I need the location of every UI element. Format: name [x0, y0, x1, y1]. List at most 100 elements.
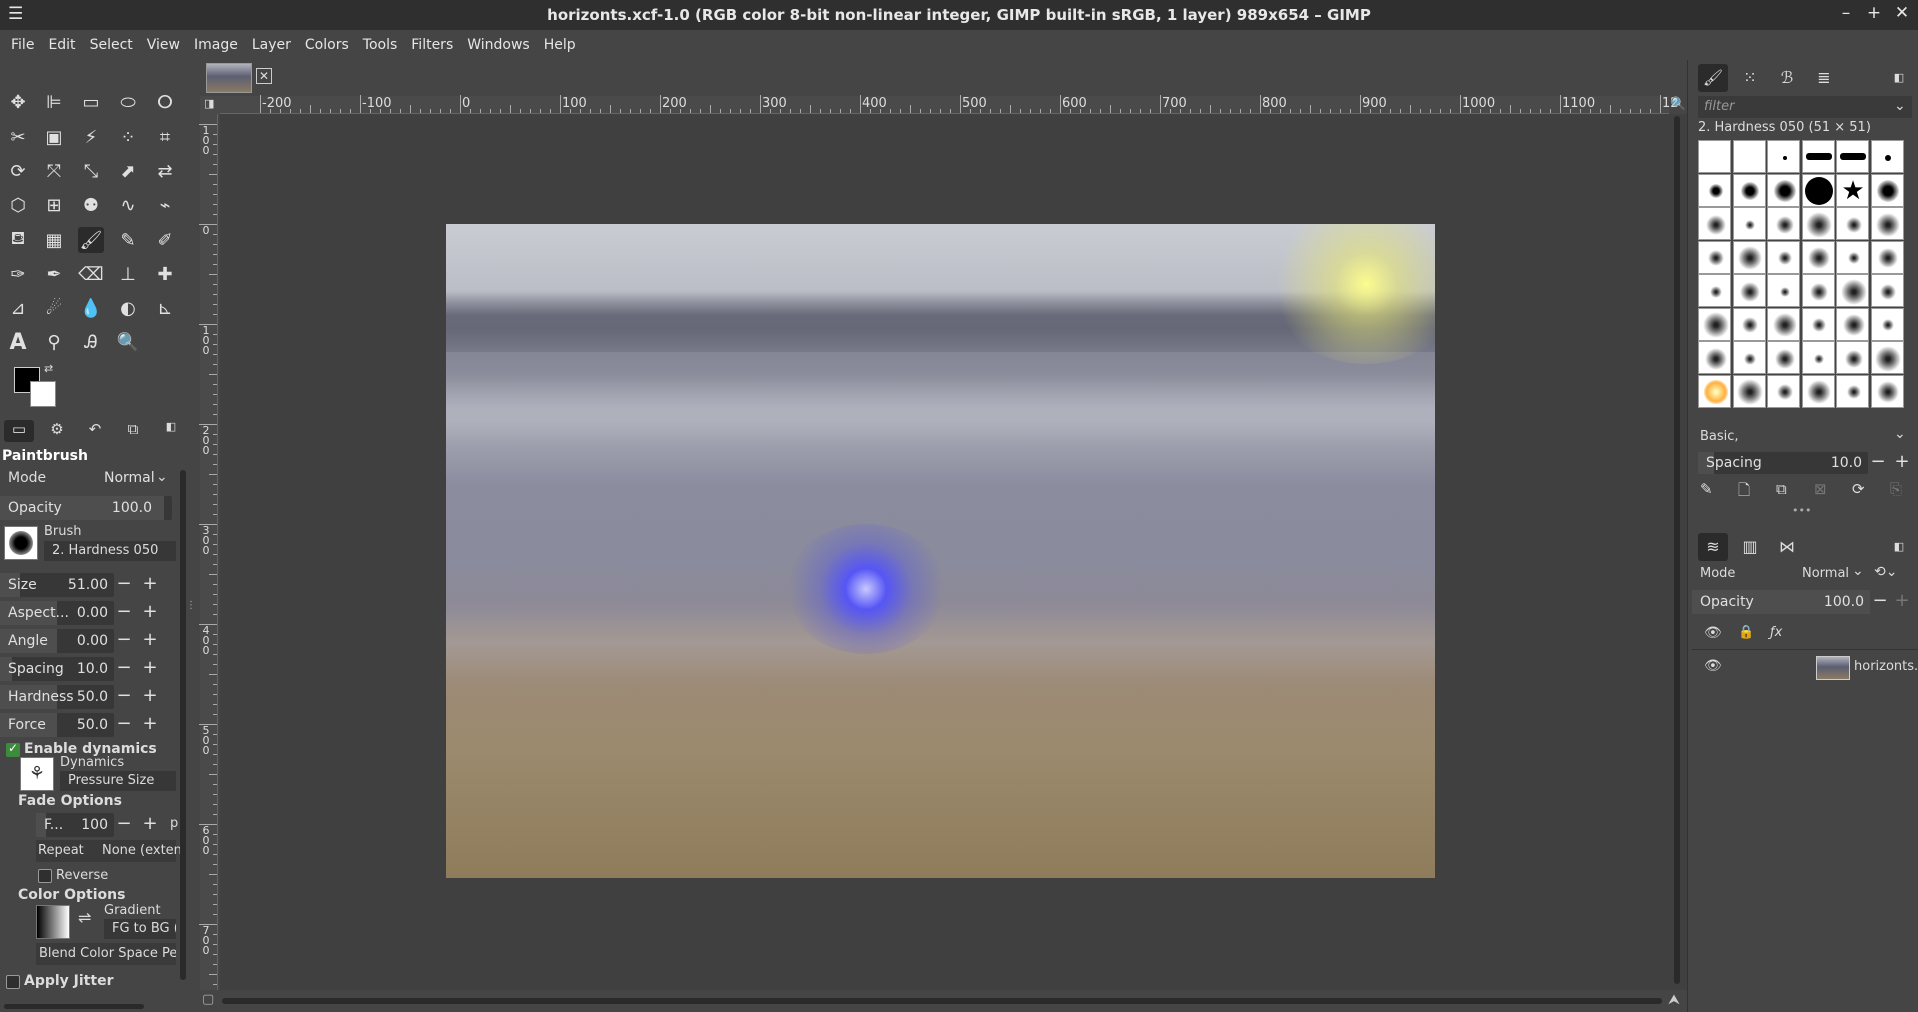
cage-transform-icon[interactable]: ⊞ — [41, 192, 67, 218]
brush-preset-cell[interactable]: ★ — [1836, 173, 1869, 207]
layers-tab-icon[interactable]: ≋ — [1698, 533, 1728, 561]
hardness-slider[interactable]: Hardness 50.0 — [0, 685, 114, 709]
menu-colors[interactable]: Colors — [298, 37, 356, 53]
heal-tool-icon[interactable]: ✚ — [152, 261, 178, 287]
rect-select-icon[interactable]: ▭ — [78, 89, 104, 115]
new-brush-icon[interactable]: 🗋 — [1738, 480, 1750, 505]
brush-tag-field[interactable]: Basic, — [1700, 429, 1739, 444]
image-tab-thumbnail[interactable] — [206, 63, 252, 93]
opacity-slider[interactable]: Opacity 100.0 — [0, 496, 172, 520]
layers-dock-menu-icon[interactable]: ◧ — [1884, 533, 1914, 561]
warp-transform-icon[interactable]: ⤧ — [41, 158, 67, 184]
blur-tool-icon[interactable]: 💧 — [78, 295, 104, 321]
layer-opacity-plus-button[interactable]: + — [1892, 590, 1912, 611]
brush-preset-cell[interactable] — [1698, 374, 1731, 408]
brush-preset-cell[interactable] — [1698, 307, 1731, 341]
horizontal-ruler[interactable]: -200 -100 0 100 200 300 400 500 600 700 800 900 1000… — [220, 95, 1679, 114]
tool-options-hscrollbar[interactable] — [4, 1004, 144, 1009]
brush-preset-cell[interactable] — [1732, 341, 1766, 374]
hardness-plus-button[interactable]: + — [140, 685, 160, 706]
brush-spacing-minus-button[interactable]: − — [1868, 451, 1888, 472]
gradient-tool-icon[interactable]: ▦ — [41, 227, 67, 253]
minimize-button[interactable]: – — [1836, 3, 1856, 23]
ellipse-select-icon[interactable]: ⬭ — [115, 89, 141, 115]
color-select-icon[interactable]: ⁘ — [115, 124, 141, 150]
reverse-gradient-icon[interactable]: ⇌ — [78, 908, 91, 927]
chevron-down-icon[interactable]: ⌄ — [1852, 563, 1864, 579]
fonts-tab-icon[interactable]: ℬ — [1772, 64, 1802, 92]
bucket-fill-icon[interactable]: ⛾ — [5, 227, 31, 253]
paintbrush-tool-icon[interactable]: 🖌 — [78, 227, 104, 253]
text-tool-icon[interactable]: A — [5, 329, 31, 355]
undo-history-tab-icon[interactable]: ↶ — [80, 420, 110, 442]
aspect-slider[interactable]: Aspect... 0.00 — [0, 601, 114, 625]
tool-options-tab-icon[interactable]: ▭ — [4, 420, 34, 442]
brush-preset-cell[interactable] — [1870, 341, 1904, 374]
horizontal-scrollbar[interactable]: ▢ ⮝ — [200, 990, 1687, 1012]
brush-preset-cell[interactable] — [1732, 207, 1766, 240]
brush-preset-cell[interactable] — [1836, 240, 1869, 274]
brush-preset-cell[interactable] — [1836, 341, 1869, 374]
menu-windows[interactable]: Windows — [460, 37, 537, 53]
patterns-tab-icon[interactable]: ⁙ — [1735, 64, 1765, 92]
force-minus-button[interactable]: − — [114, 713, 134, 734]
layer-opacity-minus-button[interactable]: − — [1870, 590, 1890, 611]
zoom-search-icon[interactable]: 🔍 — [1670, 97, 1686, 112]
scale-tool-icon[interactable]: ⤡ — [78, 158, 104, 184]
brush-preset-cell[interactable] — [1732, 374, 1766, 408]
menu-layer[interactable]: Layer — [245, 37, 298, 53]
dock-resize-handle[interactable]: ⋮ — [186, 600, 196, 614]
swap-colors-icon[interactable]: ⇄ — [44, 362, 53, 375]
right-dock-menu-icon[interactable]: ◧ — [1884, 64, 1914, 92]
vertical-scroll-thumb[interactable] — [1674, 116, 1680, 984]
menu-select[interactable]: Select — [83, 37, 140, 53]
brush-preset-cell[interactable] — [1836, 274, 1869, 307]
gradient-preview[interactable] — [36, 905, 70, 939]
align-tool-icon[interactable]: ⊫ — [41, 89, 67, 115]
apply-jitter-checkbox[interactable] — [6, 975, 20, 989]
panel-separator-handle[interactable]: ••• — [1792, 504, 1811, 517]
layer-thumbnail[interactable] — [1816, 656, 1850, 680]
measure-tool-icon[interactable]: ⊾ — [152, 295, 178, 321]
angle-slider[interactable]: Angle 0.00 — [0, 629, 114, 653]
menu-tools[interactable]: Tools — [356, 37, 405, 53]
brush-preset-cell[interactable] — [1698, 274, 1731, 307]
brush-filter-input[interactable]: filter — [1698, 96, 1912, 118]
ruler-corner-button[interactable]: ◨ — [200, 96, 220, 114]
hardness-minus-button[interactable]: − — [114, 685, 134, 706]
crop-tool-icon[interactable]: ⌗ — [152, 124, 178, 150]
ink-tool-icon[interactable]: ✑ — [5, 261, 31, 287]
navigate-icon[interactable]: ⮝ — [1668, 992, 1680, 1008]
duplicate-brush-icon[interactable]: ⧉ — [1776, 480, 1787, 498]
unified-transform-icon[interactable]: ⟳ — [5, 158, 31, 184]
paths-pen-icon[interactable]: Ꭿ — [78, 329, 104, 355]
size-minus-button[interactable]: − — [114, 573, 134, 594]
dynamics-preview-icon[interactable]: ⚘ — [20, 757, 54, 791]
layer-visibility-eye-icon[interactable]: 👁 — [1704, 658, 1722, 674]
perspective-clone-icon[interactable]: ⊿ — [5, 295, 31, 321]
vertical-ruler[interactable]: 100 0 100 200 300 400 500 600 700 — [199, 114, 218, 990]
angle-minus-button[interactable]: − — [114, 629, 134, 650]
brush-preset-cell[interactable] — [1870, 207, 1904, 240]
brush-preview[interactable] — [4, 526, 38, 560]
eraser-tool-icon[interactable]: ⌫ — [78, 261, 104, 287]
menu-filters[interactable]: Filters — [404, 37, 460, 53]
angle-plus-button[interactable]: + — [140, 629, 160, 650]
brush-preset-cell[interactable] — [1767, 140, 1800, 173]
brush-preset-cell[interactable] — [1767, 207, 1800, 240]
force-slider[interactable]: Force 50.0 — [0, 713, 114, 737]
brush-preset-cell[interactable] — [1767, 240, 1800, 274]
brush-spacing-plus-button[interactable]: + — [1892, 451, 1912, 472]
tool-options-scrollbar[interactable] — [180, 470, 186, 980]
perspective-tool-icon[interactable]: ⬡ — [5, 192, 31, 218]
paths-tool-icon[interactable]: ⌁ — [152, 192, 178, 218]
brush-preset-cell[interactable] — [1767, 173, 1800, 207]
fuzzy-select-icon[interactable]: ⚡ — [78, 124, 104, 150]
brush-preset-cell[interactable] — [1870, 274, 1904, 307]
paths-tab-icon[interactable]: ⋈ — [1772, 533, 1802, 561]
refresh-brushes-icon[interactable]: ⟳ — [1852, 480, 1865, 498]
blend-color-space-dropdown[interactable]: Blend Color Space Perc — [36, 943, 176, 965]
dynamics-name-field[interactable]: Pressure Size — [60, 771, 176, 791]
composite-mode-icon[interactable]: ⟲⌄ — [1874, 564, 1897, 580]
brush-preset-cell[interactable] — [1767, 341, 1800, 374]
